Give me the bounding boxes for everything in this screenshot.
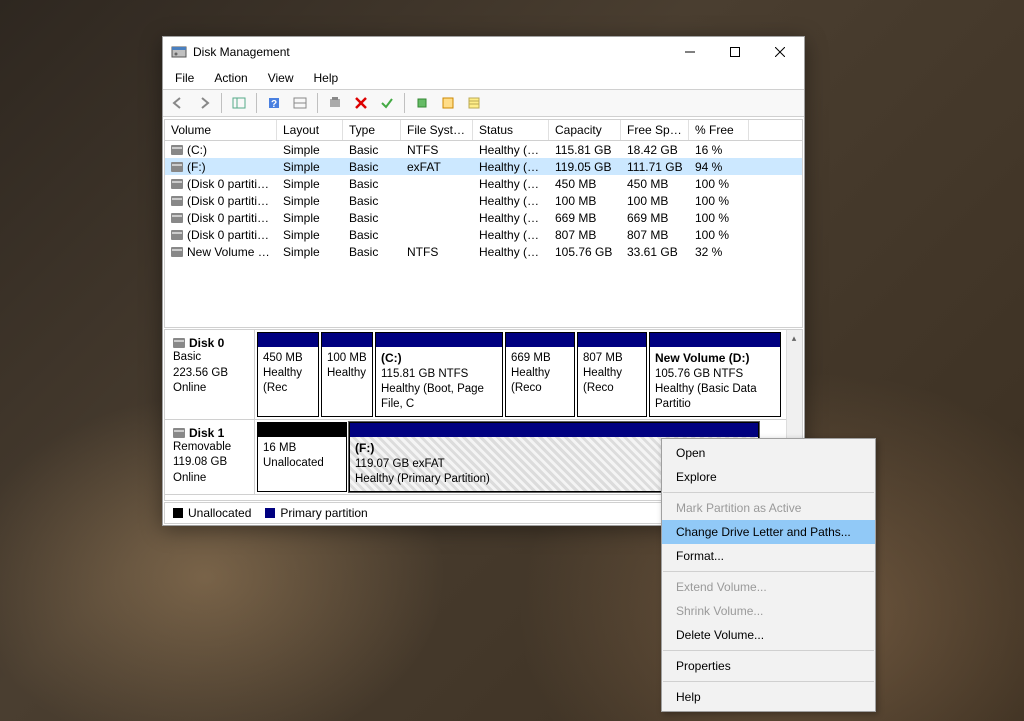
volume-icon: [171, 162, 183, 172]
menu-view[interactable]: View: [260, 69, 302, 87]
ctx-change-letter[interactable]: Change Drive Letter and Paths...: [662, 520, 875, 544]
toolbar: ?: [163, 89, 804, 117]
table-row[interactable]: (Disk 0 partition 2)SimpleBasicHealthy (…: [165, 192, 802, 209]
ctx-explore[interactable]: Explore: [662, 465, 875, 489]
toolbar-separator: [317, 93, 318, 113]
volume-icon: [171, 179, 183, 189]
ctx-shrink: Shrink Volume...: [662, 599, 875, 623]
ctx-format[interactable]: Format...: [662, 544, 875, 568]
ctx-delete[interactable]: Delete Volume...: [662, 623, 875, 647]
legend-unallocated: Unallocated: [173, 506, 251, 520]
disk-label[interactable]: Disk 0Basic223.56 GBOnline: [165, 330, 255, 419]
column-headers: Volume Layout Type File System Status Ca…: [165, 120, 802, 141]
ctx-separator: [663, 681, 874, 682]
table-row[interactable]: (Disk 0 partition 5)SimpleBasicHealthy (…: [165, 209, 802, 226]
col-layout[interactable]: Layout: [277, 120, 343, 140]
partition[interactable]: (C:)115.81 GB NTFSHealthy (Boot, Page Fi…: [375, 332, 503, 417]
col-status[interactable]: Status: [473, 120, 549, 140]
minimize-button[interactable]: [667, 38, 712, 67]
ctx-help[interactable]: Help: [662, 685, 875, 709]
scroll-up-icon[interactable]: ▴: [786, 330, 802, 346]
refresh-button[interactable]: [411, 92, 433, 114]
menu-help[interactable]: Help: [306, 69, 347, 87]
list-button[interactable]: [463, 92, 485, 114]
menu-action[interactable]: Action: [206, 69, 255, 87]
forward-button[interactable]: [193, 92, 215, 114]
ctx-mark-active: Mark Partition as Active: [662, 496, 875, 520]
svg-text:?: ?: [271, 99, 277, 110]
volume-icon: [171, 145, 183, 155]
ctx-separator: [663, 492, 874, 493]
window-title: Disk Management: [193, 45, 667, 59]
col-filesystem[interactable]: File System: [401, 120, 473, 140]
toolbar-separator: [256, 93, 257, 113]
menu-file[interactable]: File: [167, 69, 202, 87]
show-hide-button[interactable]: [228, 92, 250, 114]
props-button[interactable]: [437, 92, 459, 114]
col-volume[interactable]: Volume: [165, 120, 277, 140]
col-percent[interactable]: % Free: [689, 120, 749, 140]
ctx-open[interactable]: Open: [662, 441, 875, 465]
context-menu: Open Explore Mark Partition as Active Ch…: [661, 438, 876, 712]
table-row[interactable]: New Volume (D:)SimpleBasicNTFSHealthy (B…: [165, 243, 802, 260]
menubar: File Action View Help: [163, 67, 804, 89]
disk-label[interactable]: Disk 1Removable119.08 GBOnline: [165, 420, 255, 494]
maximize-button[interactable]: [712, 38, 757, 67]
disk-row: Disk 0Basic223.56 GBOnline450 MBHealthy …: [165, 330, 786, 420]
titlebar[interactable]: Disk Management: [163, 37, 804, 67]
volume-icon: [171, 230, 183, 240]
legend-primary: Primary partition: [265, 506, 367, 520]
table-row[interactable]: (C:)SimpleBasicNTFSHealthy (B...115.81 G…: [165, 141, 802, 158]
volume-icon: [171, 247, 183, 257]
ctx-extend: Extend Volume...: [662, 575, 875, 599]
partition[interactable]: 100 MBHealthy: [321, 332, 373, 417]
delete-button[interactable]: [350, 92, 372, 114]
partition[interactable]: 669 MBHealthy (Reco: [505, 332, 575, 417]
ctx-properties[interactable]: Properties: [662, 654, 875, 678]
close-button[interactable]: [757, 38, 802, 67]
table-row[interactable]: (Disk 0 partition 6)SimpleBasicHealthy (…: [165, 226, 802, 243]
table-row[interactable]: (F:)SimpleBasicexFATHealthy (P...119.05 …: [165, 158, 802, 175]
col-capacity[interactable]: Capacity: [549, 120, 621, 140]
app-icon: [171, 44, 187, 60]
volume-icon: [171, 196, 183, 206]
ctx-separator: [663, 571, 874, 572]
volume-icon: [171, 213, 183, 223]
help-button[interactable]: ?: [263, 92, 285, 114]
ctx-separator: [663, 650, 874, 651]
panel-button[interactable]: [289, 92, 311, 114]
apply-button[interactable]: [376, 92, 398, 114]
col-type[interactable]: Type: [343, 120, 401, 140]
settings-button[interactable]: [324, 92, 346, 114]
volume-list: Volume Layout Type File System Status Ca…: [164, 119, 803, 328]
partition[interactable]: New Volume (D:)105.76 GB NTFSHealthy (Ba…: [649, 332, 781, 417]
toolbar-separator: [221, 93, 222, 113]
partition[interactable]: 807 MBHealthy (Reco: [577, 332, 647, 417]
col-free[interactable]: Free Spa...: [621, 120, 689, 140]
toolbar-separator: [404, 93, 405, 113]
partition[interactable]: 450 MBHealthy (Rec: [257, 332, 319, 417]
back-button[interactable]: [167, 92, 189, 114]
partition[interactable]: 16 MBUnallocated: [257, 422, 347, 492]
table-row[interactable]: (Disk 0 partition 1)SimpleBasicHealthy (…: [165, 175, 802, 192]
